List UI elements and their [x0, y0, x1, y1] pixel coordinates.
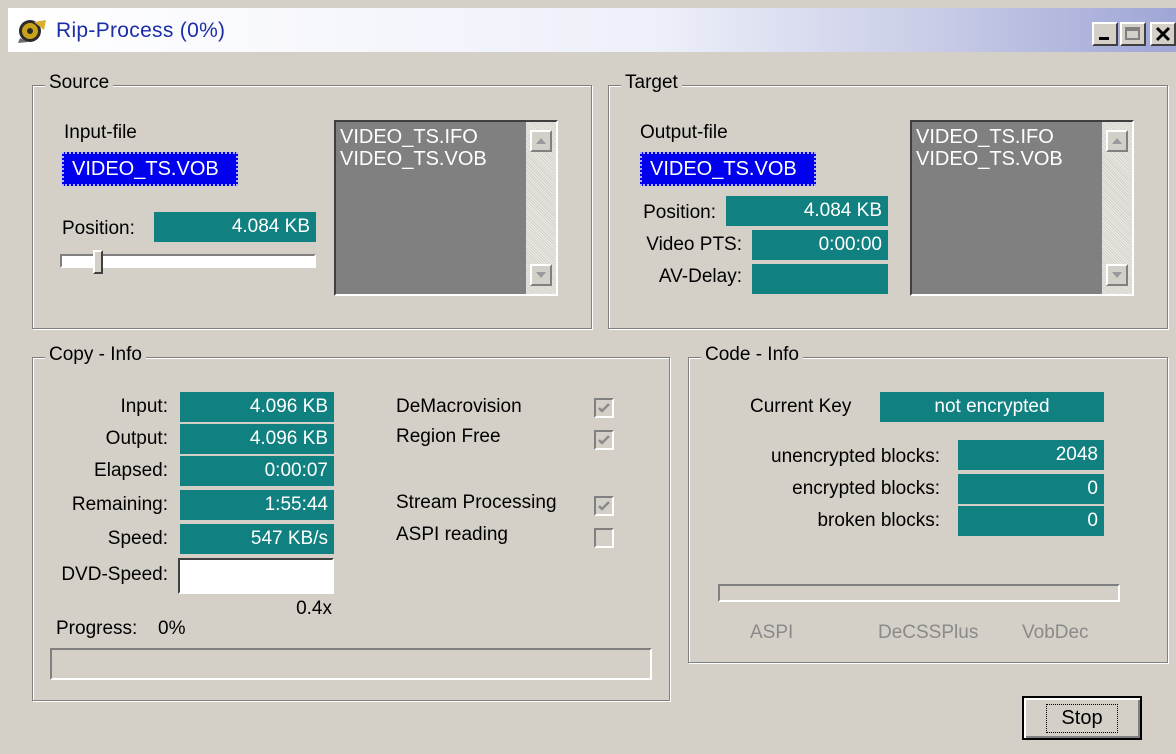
output-value: 4.096 KB	[180, 424, 334, 454]
dvd-speed-meter	[178, 558, 334, 594]
aspi-reading-checkbox[interactable]	[594, 528, 614, 548]
close-icon	[1155, 26, 1171, 42]
option-stream-processing-label: Stream Processing	[396, 492, 557, 513]
checkmark-icon	[598, 501, 610, 511]
stop-button-label: Stop	[1046, 703, 1118, 733]
checkmark-icon	[598, 403, 610, 413]
input-label: Input:	[120, 396, 168, 417]
list-item[interactable]: VIDEO_TS.IFO	[340, 126, 552, 148]
scroll-up-button[interactable]	[1106, 130, 1128, 152]
input-file-label: Input-file	[64, 122, 137, 143]
list-item[interactable]: VIDEO_TS.VOB	[916, 148, 1128, 170]
rip-process-window: Rip-Process (0%) Source Input-file VIDEO…	[0, 0, 1176, 754]
option-aspi-reading-label: ASPI reading	[396, 524, 508, 545]
maximize-button[interactable]	[1120, 22, 1146, 46]
method-vobdec: VobDec	[1022, 622, 1089, 643]
target-position-label: Position:	[643, 202, 716, 223]
list-item[interactable]: VIDEO_TS.VOB	[340, 148, 552, 170]
method-decssplus: DeCSSPlus	[878, 622, 979, 643]
checkmark-icon	[598, 435, 610, 445]
option-region-free-label: Region Free	[396, 426, 501, 447]
arrow-down-icon	[1112, 272, 1122, 278]
code-progress-bar	[718, 584, 1120, 602]
encrypted-blocks-value: 0	[958, 474, 1104, 504]
arrow-up-icon	[536, 138, 546, 144]
unencrypted-blocks-label: unencrypted blocks:	[771, 446, 940, 467]
title-bar[interactable]: Rip-Process (0%)	[8, 8, 1176, 52]
video-pts-label: Video PTS:	[646, 234, 742, 255]
arrow-down-icon	[536, 272, 546, 278]
target-position-value: 4.084 KB	[726, 196, 888, 226]
progress-bar	[50, 648, 652, 680]
scroll-up-button[interactable]	[530, 130, 552, 152]
scroll-down-button[interactable]	[1106, 264, 1128, 286]
target-legend: Target	[621, 72, 682, 94]
maximize-icon	[1125, 27, 1140, 40]
remaining-value: 1:55:44	[180, 490, 334, 520]
progress-value: 0%	[158, 618, 186, 639]
source-position-label: Position:	[62, 218, 135, 239]
unencrypted-blocks-value: 2048	[958, 440, 1104, 470]
minimize-button[interactable]	[1092, 22, 1118, 46]
option-demacrovision-label: DeMacrovision	[396, 396, 522, 417]
input-value: 4.096 KB	[180, 392, 334, 422]
output-file-label: Output-file	[640, 122, 728, 143]
region-free-checkbox[interactable]	[594, 430, 614, 450]
input-file-field[interactable]: VIDEO_TS.VOB	[62, 152, 238, 186]
position-slider-thumb[interactable]	[93, 250, 103, 274]
source-legend: Source	[45, 72, 114, 94]
broken-blocks-label: broken blocks:	[817, 510, 940, 531]
current-key-value: not encrypted	[880, 392, 1104, 422]
progress-label: Progress:	[56, 618, 138, 639]
dvd-speed-value: 0.4x	[296, 598, 332, 619]
speed-value: 547 KB/s	[180, 524, 334, 554]
copy-info-legend: Copy - Info	[45, 344, 146, 366]
video-pts-value: 0:00:00	[752, 230, 888, 260]
demacrovision-checkbox[interactable]	[594, 398, 614, 418]
list-item[interactable]: VIDEO_TS.IFO	[916, 126, 1128, 148]
target-list-scrollbar[interactable]	[1102, 122, 1132, 294]
dvd-speed-label: DVD-Speed:	[61, 564, 168, 585]
source-list-scrollbar[interactable]	[526, 122, 556, 294]
target-file-list[interactable]: VIDEO_TS.IFO VIDEO_TS.VOB	[910, 120, 1134, 296]
stream-processing-checkbox[interactable]	[594, 496, 614, 516]
position-slider[interactable]	[60, 250, 316, 274]
encrypted-blocks-label: encrypted blocks:	[792, 478, 940, 499]
scroll-down-button[interactable]	[530, 264, 552, 286]
broken-blocks-value: 0	[958, 506, 1104, 536]
elapsed-value: 0:00:07	[180, 456, 334, 486]
arrow-up-icon	[1112, 138, 1122, 144]
source-position-value: 4.084 KB	[154, 212, 316, 242]
close-button[interactable]	[1150, 22, 1176, 46]
current-key-label: Current Key	[750, 396, 852, 417]
remaining-label: Remaining:	[71, 494, 168, 515]
window-title: Rip-Process (0%)	[56, 19, 226, 42]
output-label: Output:	[105, 428, 168, 449]
elapsed-label: Elapsed:	[94, 460, 168, 481]
app-icon	[16, 18, 48, 44]
stop-button[interactable]: Stop	[1022, 696, 1142, 740]
code-info-legend: Code - Info	[701, 344, 803, 366]
minimize-icon	[1099, 37, 1109, 40]
av-delay-label: AV-Delay:	[658, 266, 742, 287]
speed-label: Speed:	[107, 528, 168, 549]
method-aspi: ASPI	[750, 622, 794, 643]
output-file-field[interactable]: VIDEO_TS.VOB	[640, 152, 816, 186]
av-delay-value	[752, 264, 888, 294]
source-file-list[interactable]: VIDEO_TS.IFO VIDEO_TS.VOB	[334, 120, 558, 296]
